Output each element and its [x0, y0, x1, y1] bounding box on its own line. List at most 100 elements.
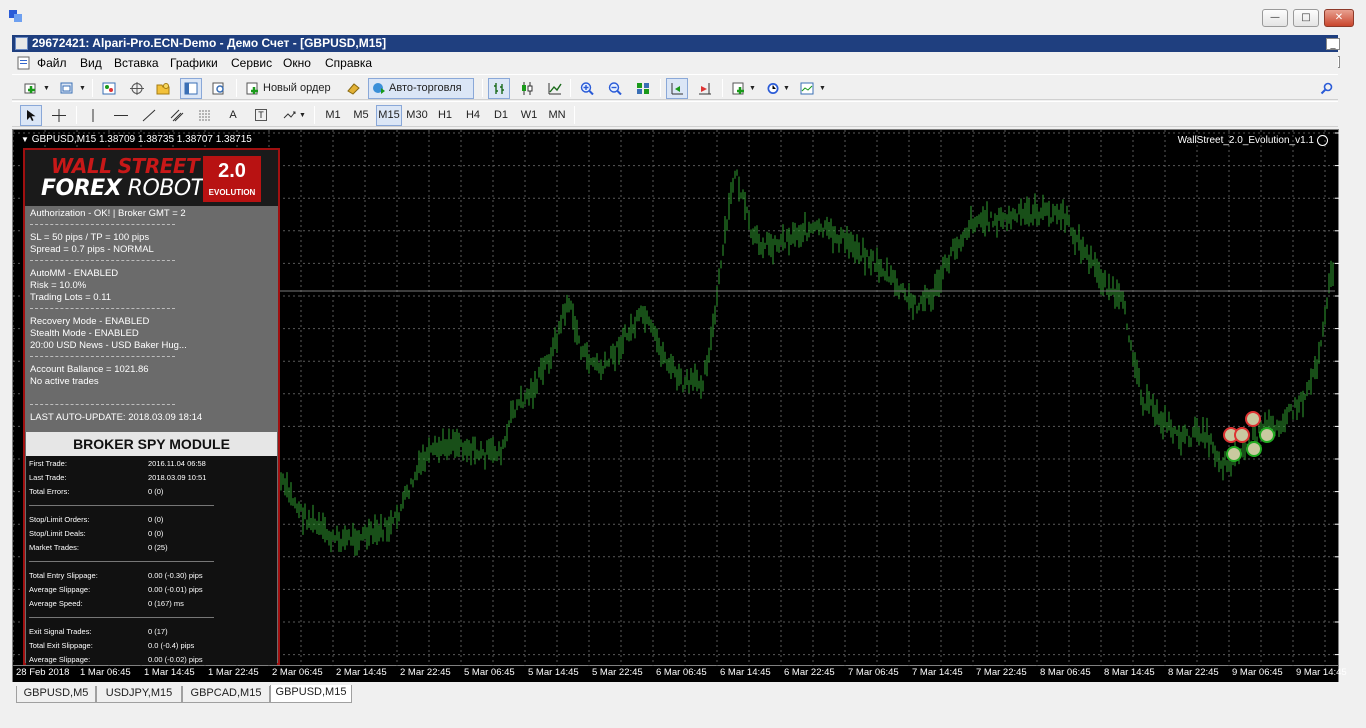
recovery-mode: Recovery Mode - ENABLED	[30, 316, 150, 327]
line-chart-button[interactable]	[544, 78, 566, 99]
time-axis-label: 5 Mar 22:45	[592, 667, 643, 678]
expert-advisor-label: WallStreet_2.0_Evolution_v1.1	[1177, 135, 1314, 146]
zoom-out-button[interactable]	[604, 78, 626, 99]
tf-m5[interactable]: M5	[348, 105, 374, 126]
bar-chart-button[interactable]	[488, 78, 510, 99]
profiles-button[interactable]: ▼	[56, 78, 88, 99]
menu-window[interactable]: Окно	[283, 56, 311, 70]
tf-m15[interactable]: M15	[376, 105, 402, 126]
trendline-button[interactable]	[138, 105, 160, 126]
tf-w1[interactable]: W1	[516, 105, 542, 126]
trendline-icon	[142, 109, 156, 122]
templates-button[interactable]: ▼	[796, 78, 828, 99]
menu-charts[interactable]: Графики	[170, 56, 218, 70]
automm: AutoMM - ENABLED	[30, 268, 119, 279]
divider	[30, 308, 175, 309]
candlestick-button[interactable]	[516, 78, 538, 99]
chart-tabs: GBPUSD,M5 USDJPY,M15 GBPCAD,M15 GBPUSD,M…	[12, 685, 1338, 703]
chart-symbol-ohlc: GBPUSD,M15 1.38709 1.38735 1.38707 1.387…	[31, 134, 252, 145]
text-label-button[interactable]: T	[250, 105, 272, 126]
tf-m1[interactable]: M1	[320, 105, 346, 126]
market-watch-icon	[102, 82, 116, 95]
text-tool-button[interactable]: A	[222, 105, 244, 126]
data-window-button[interactable]	[126, 78, 148, 99]
spy-value: 0 (25)	[148, 543, 168, 552]
arrows-button[interactable]: ▼	[278, 105, 308, 126]
spy-label: Average Slippage:	[29, 585, 91, 594]
tile-windows-button[interactable]	[632, 78, 654, 99]
trade-marker-icon[interactable]	[1245, 411, 1261, 427]
strategy-tester-button[interactable]	[208, 78, 230, 99]
autoscroll-button[interactable]	[694, 78, 716, 99]
mdi-minimize-button[interactable]: _	[1326, 38, 1340, 50]
tab-usdjpy-m15[interactable]: USDJPY,M15	[96, 686, 182, 703]
meta-editor-button[interactable]	[342, 78, 364, 99]
price-chart[interactable]: ▼ GBPUSD,M15 1.38709 1.38735 1.38707 1.3…	[12, 129, 1339, 667]
tf-mn[interactable]: MN	[544, 105, 570, 126]
tab-gbpusd-m5[interactable]: GBPUSD,M5	[16, 686, 96, 703]
window-title-text: 29672421: Alpari-Pro.ECN-Demo - Демо Сче…	[32, 36, 387, 50]
menu-tools[interactable]: Сервис	[231, 56, 272, 70]
vertical-line-button[interactable]	[82, 105, 104, 126]
menu-file[interactable]: Файл	[37, 56, 67, 70]
autotrading-icon	[373, 83, 385, 94]
trade-marker-icon[interactable]	[1234, 427, 1250, 443]
text-label-glyph: T	[255, 109, 267, 121]
periods-button[interactable]: ▼	[762, 78, 792, 99]
equidistant-channel-button[interactable]	[166, 105, 188, 126]
cursor-button[interactable]	[20, 105, 42, 126]
logo-robot: ROBOT	[121, 176, 204, 201]
crosshair-target-icon	[130, 82, 144, 95]
spread: Spread = 0.7 pips - NORMAL	[30, 244, 154, 255]
menu-doc-icon[interactable]	[17, 56, 31, 70]
divider	[29, 617, 214, 618]
spy-value: 0 (0)	[148, 487, 164, 496]
new-order-button[interactable]: Новый ордер	[242, 78, 337, 99]
market-watch-button[interactable]	[98, 78, 120, 99]
trade-marker-icon[interactable]	[1246, 441, 1262, 457]
time-axis-label: 6 Mar 22:45	[784, 667, 835, 678]
chart-shift-button[interactable]	[666, 78, 688, 99]
app-icon	[9, 10, 22, 22]
terminal-button[interactable]	[180, 78, 202, 99]
expert-smiley-icon[interactable]	[1317, 135, 1328, 146]
crosshair-button[interactable]	[48, 105, 70, 126]
tf-h1[interactable]: H1	[432, 105, 458, 126]
autotrading-button[interactable]: Авто-торговля	[368, 78, 474, 99]
chart-header: ▼ GBPUSD,M15 1.38709 1.38735 1.38707 1.3…	[21, 134, 252, 145]
trade-marker-icon[interactable]	[1259, 427, 1275, 443]
maximize-button[interactable]: □	[1293, 9, 1319, 27]
tf-h4[interactable]: H4	[460, 105, 486, 126]
templates-icon	[800, 82, 814, 95]
new-chart-button[interactable]: ▼	[20, 78, 52, 99]
ea-info-panel: WALL STREET FOREX ROBOT 2.0 EVOLUTION Au…	[23, 148, 280, 665]
logo-forex: FOREX	[41, 176, 122, 201]
search-button[interactable]	[1316, 78, 1336, 99]
tf-d1[interactable]: D1	[488, 105, 514, 126]
chart-shift-icon	[671, 83, 683, 95]
tab-gbpcad-m15[interactable]: GBPCAD,M15	[182, 686, 270, 703]
fibonacci-button[interactable]	[194, 105, 216, 126]
tab-gbpusd-m15[interactable]: GBPUSD,M15	[270, 685, 352, 703]
navigator-button[interactable]	[152, 78, 174, 99]
tf-m30[interactable]: M30	[404, 105, 430, 126]
spy-label: Average Speed:	[29, 599, 83, 608]
time-axis-label: 28 Feb 2018	[16, 667, 70, 678]
time-axis-label: 2 Mar 22:45	[400, 667, 451, 678]
horizontal-line-button[interactable]	[110, 105, 132, 126]
menu-view[interactable]: Вид	[80, 56, 102, 70]
horizontal-line-icon	[114, 115, 128, 116]
account-balance: Account Ballance = 1021.86	[30, 364, 149, 375]
close-button[interactable]: ✕	[1324, 9, 1354, 27]
menu-insert[interactable]: Вставка	[114, 56, 159, 70]
menu-help[interactable]: Справка	[325, 56, 372, 70]
collapse-arrow-icon[interactable]: ▼	[21, 135, 29, 144]
indicators-button[interactable]: ▼	[728, 78, 758, 99]
zoom-in-button[interactable]	[576, 78, 598, 99]
trade-marker-icon[interactable]	[1226, 446, 1242, 462]
spy-value: 0.00 (-0.01) pips	[148, 585, 203, 594]
autotrading-label: Авто-торговля	[389, 82, 462, 94]
minimize-button[interactable]: —	[1262, 9, 1288, 27]
terminal-icon	[184, 82, 198, 95]
cursor-arrow-icon	[27, 110, 36, 121]
